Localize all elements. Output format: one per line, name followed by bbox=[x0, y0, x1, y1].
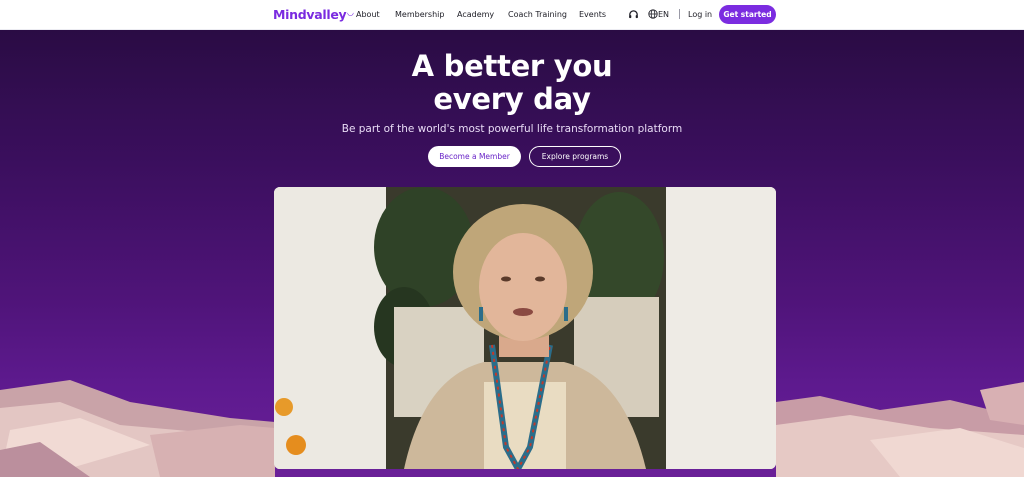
globe-icon[interactable] bbox=[648, 9, 658, 19]
hero-title-line-2: every day bbox=[433, 82, 591, 116]
login-link[interactable]: Log in bbox=[688, 10, 712, 19]
nav-about-link[interactable]: About bbox=[356, 10, 380, 19]
hero-subtitle: Be part of the world's most powerful lif… bbox=[341, 123, 683, 135]
nav-divider bbox=[679, 9, 680, 19]
explore-programs-button[interactable]: Explore programs bbox=[529, 146, 621, 167]
logo-swoosh-icon: ◡ bbox=[347, 8, 354, 17]
language-selector[interactable]: EN bbox=[658, 10, 669, 19]
nav-events-link[interactable]: Events bbox=[579, 10, 606, 19]
video-frame-illustration bbox=[274, 187, 776, 469]
nav-academy-link[interactable]: Academy bbox=[457, 10, 494, 19]
hero-section: A better you every day Be part of the wo… bbox=[0, 30, 1024, 477]
top-navigation: Mindvalley◡ About Membership Academy Coa… bbox=[0, 0, 1024, 30]
headset-icon[interactable] bbox=[628, 9, 639, 20]
get-started-button[interactable]: Get started bbox=[719, 5, 776, 24]
nav-coach-training-link[interactable]: Coach Training bbox=[508, 10, 567, 19]
hero-title: A better you every day bbox=[0, 50, 1024, 116]
nav-membership-link[interactable]: Membership bbox=[395, 10, 444, 19]
hero-video[interactable] bbox=[274, 187, 776, 469]
become-member-button[interactable]: Become a Member bbox=[428, 146, 521, 167]
logo-text: Mindvalley bbox=[273, 7, 347, 22]
mindvalley-logo[interactable]: Mindvalley◡ bbox=[273, 7, 354, 22]
hero-title-line-1: A better you bbox=[411, 49, 613, 83]
